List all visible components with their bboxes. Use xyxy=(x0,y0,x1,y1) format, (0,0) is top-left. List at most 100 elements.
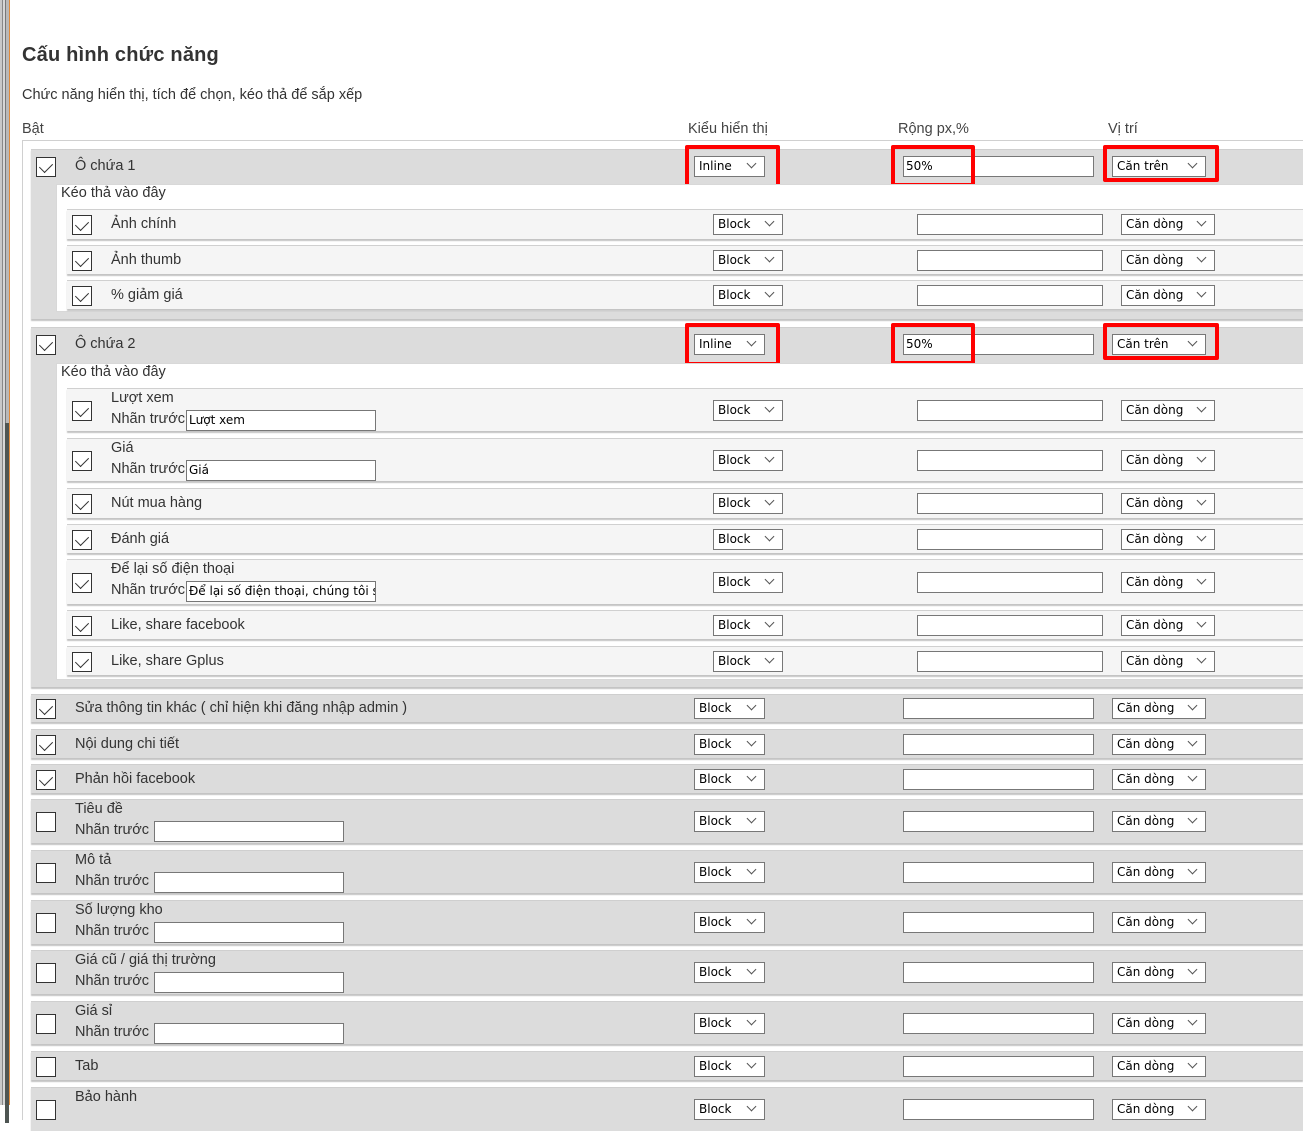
position-select[interactable]: Căn dòng xyxy=(1121,250,1215,271)
position-select[interactable]: Căn dòng xyxy=(1112,1056,1206,1077)
display-type-select[interactable]: Block xyxy=(713,400,783,421)
display-type-select[interactable]: Block xyxy=(713,615,783,636)
display-type-select[interactable]: Block xyxy=(713,450,783,471)
checkbox-checked[interactable] xyxy=(72,401,92,421)
feature-item[interactable]: Phản hồi facebook Block Căn dòng xyxy=(31,764,1303,793)
prefix-input[interactable] xyxy=(154,872,344,893)
position-select[interactable]: Căn dòng xyxy=(1112,769,1206,790)
checkbox-unchecked[interactable] xyxy=(36,812,56,832)
feature-item[interactable]: % giảm giá Block Căn dòng xyxy=(67,280,1303,309)
container-1[interactable]: Ô chứa 1 Inline 50% Căn trên Kéo thả vào đây… xyxy=(31,145,1303,319)
position-select[interactable]: Căn dòng xyxy=(1112,734,1206,755)
checkbox-checked[interactable] xyxy=(72,215,92,235)
feature-item[interactable]: Giá sỉ Nhãn trước Block Căn dòng xyxy=(31,1001,1303,1044)
display-type-select[interactable]: Block xyxy=(713,214,783,235)
checkbox-unchecked[interactable] xyxy=(36,863,56,883)
checkbox-checked[interactable] xyxy=(72,451,92,471)
width-input[interactable] xyxy=(903,698,1094,719)
checkbox-checked[interactable] xyxy=(72,652,92,672)
feature-item[interactable]: Nội dung chi tiết Block Căn dòng xyxy=(31,729,1303,758)
checkbox-checked[interactable] xyxy=(36,770,56,790)
checkbox-checked[interactable] xyxy=(72,494,92,514)
prefix-input[interactable] xyxy=(154,972,344,993)
position-select[interactable]: Căn dòng xyxy=(1121,529,1215,550)
checkbox-checked[interactable] xyxy=(72,251,92,271)
left-scrollbar[interactable] xyxy=(0,0,10,1123)
display-type-select[interactable]: Block xyxy=(694,1056,765,1077)
width-input[interactable] xyxy=(903,912,1094,933)
checkbox-unchecked[interactable] xyxy=(36,1057,56,1077)
width-input[interactable] xyxy=(903,811,1094,832)
width-input[interactable] xyxy=(903,1099,1094,1120)
checkbox-unchecked[interactable] xyxy=(36,963,56,983)
display-type-select[interactable]: Block xyxy=(713,651,783,672)
width-input[interactable] xyxy=(917,572,1103,593)
display-type-select[interactable]: Block xyxy=(713,493,783,514)
feature-item[interactable]: Giá cũ / giá thị trường Nhãn trước Block Că… xyxy=(31,950,1303,994)
prefix-input[interactable] xyxy=(154,922,344,943)
checkbox-checked[interactable] xyxy=(36,735,56,755)
feature-item[interactable]: Tab Block Căn dòng xyxy=(31,1051,1303,1080)
display-type-select[interactable]: Block xyxy=(694,912,765,933)
position-select[interactable]: Căn dòng xyxy=(1121,214,1215,235)
display-type-select[interactable]: Block xyxy=(713,285,783,306)
feature-item[interactable]: Đánh giá Block Căn dòng xyxy=(67,524,1303,553)
position-select[interactable]: Căn dòng xyxy=(1112,862,1206,883)
position-select[interactable]: Căn dòng xyxy=(1112,698,1206,719)
feature-item[interactable]: Bảo hành Block Căn dòng xyxy=(31,1087,1303,1131)
feature-item[interactable]: Để lại số điện thoại Nhãn trước Để lại số … xyxy=(67,559,1303,604)
feature-item[interactable]: Nút mua hàng Block Căn dòng xyxy=(67,488,1303,518)
width-input[interactable] xyxy=(917,214,1103,235)
display-type-select[interactable]: Block xyxy=(694,769,765,790)
display-type-select[interactable]: Block xyxy=(713,250,783,271)
width-input[interactable] xyxy=(917,493,1103,514)
width-input[interactable] xyxy=(917,529,1103,550)
checkbox-checked[interactable] xyxy=(36,335,56,355)
width-input[interactable] xyxy=(917,615,1103,636)
prefix-input[interactable]: Giá xyxy=(186,460,376,481)
display-type-select[interactable]: Block xyxy=(694,734,765,755)
checkbox-unchecked[interactable] xyxy=(36,1014,56,1034)
position-select[interactable]: Căn dòng xyxy=(1121,400,1215,421)
container-2[interactable]: Ô chứa 2 Inline 50% Căn trên Kéo thả vào đây… xyxy=(31,323,1303,687)
checkbox-checked[interactable] xyxy=(72,616,92,636)
position-select[interactable]: Căn dòng xyxy=(1112,962,1206,983)
width-input[interactable] xyxy=(903,862,1094,883)
feature-item[interactable]: Giá Nhãn trước Giá Block Căn dòng xyxy=(67,438,1303,481)
width-input[interactable] xyxy=(917,285,1103,306)
prefix-input[interactable]: Lượt xem xyxy=(186,410,376,431)
display-type-select[interactable]: Block xyxy=(694,862,765,883)
position-select[interactable]: Căn dòng xyxy=(1112,1013,1206,1034)
width-input[interactable] xyxy=(917,450,1103,471)
display-type-select[interactable]: Block xyxy=(713,529,783,550)
width-input[interactable] xyxy=(903,962,1094,983)
checkbox-unchecked[interactable] xyxy=(36,913,56,933)
width-input[interactable] xyxy=(903,734,1094,755)
display-type-select[interactable]: Block xyxy=(694,811,765,832)
feature-item[interactable]: Lượt xem Nhãn trước Lượt xem Block Căn dòng xyxy=(67,388,1303,431)
position-select[interactable]: Căn dòng xyxy=(1121,572,1215,593)
feature-item[interactable]: Sửa thông tin khác ( chỉ hiện khi đăng n… xyxy=(31,694,1303,722)
feature-item[interactable]: Like, share facebook Block Căn dòng xyxy=(67,610,1303,639)
prefix-input[interactable] xyxy=(154,821,344,842)
checkbox-checked[interactable] xyxy=(36,157,56,177)
display-type-select[interactable]: Block xyxy=(694,698,765,719)
checkbox-checked[interactable] xyxy=(72,530,92,550)
prefix-input[interactable] xyxy=(154,1023,344,1044)
position-select[interactable]: Căn dòng xyxy=(1121,285,1215,306)
position-select[interactable]: Căn dòng xyxy=(1112,1099,1206,1120)
position-select[interactable]: Căn dòng xyxy=(1121,651,1215,672)
display-type-select[interactable]: Block xyxy=(694,1099,765,1120)
width-input[interactable] xyxy=(903,1056,1094,1077)
checkbox-checked[interactable] xyxy=(72,286,92,306)
checkbox-checked[interactable] xyxy=(36,699,56,719)
width-input[interactable] xyxy=(903,769,1094,790)
width-input[interactable] xyxy=(917,400,1103,421)
feature-item[interactable]: Số lượng kho Nhãn trước Block Căn dòng xyxy=(31,900,1303,944)
width-input[interactable] xyxy=(917,250,1103,271)
position-select[interactable]: Căn dòng xyxy=(1112,912,1206,933)
width-input[interactable] xyxy=(903,1013,1094,1034)
position-select[interactable]: Căn dòng xyxy=(1121,615,1215,636)
checkbox-unchecked[interactable] xyxy=(36,1100,56,1120)
checkbox-checked[interactable] xyxy=(72,573,92,593)
